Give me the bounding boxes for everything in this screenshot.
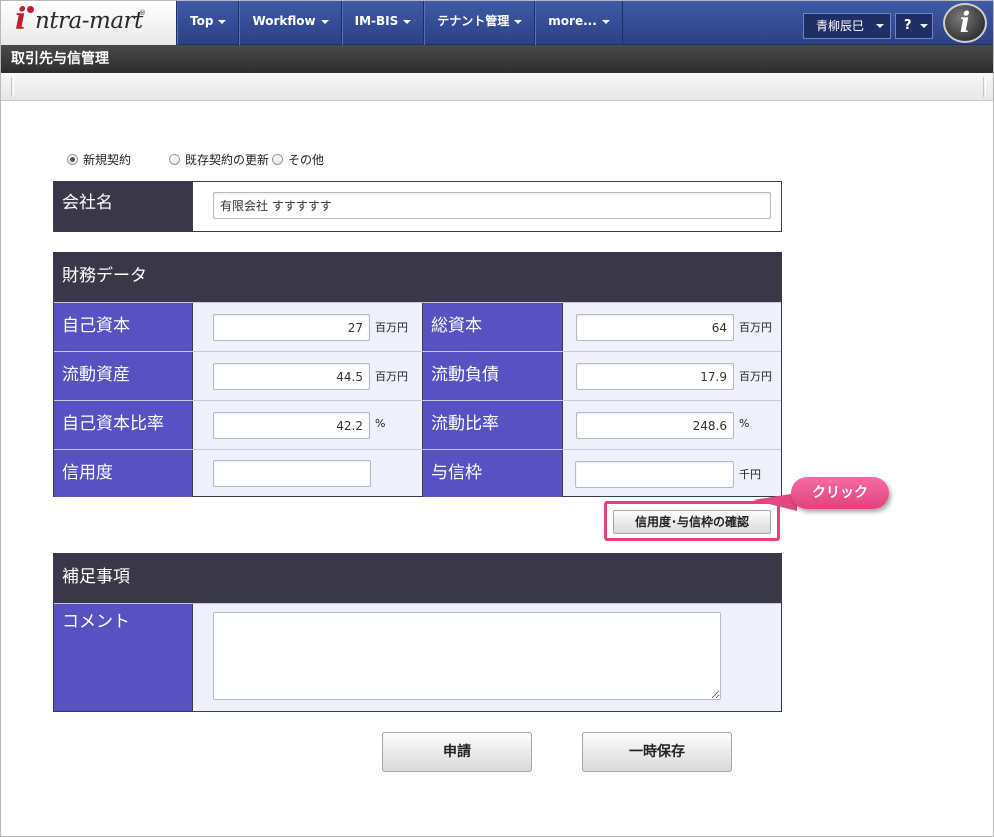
credit-limit-input[interactable] bbox=[575, 461, 734, 488]
finance-section-title: 財務データ bbox=[54, 253, 781, 302]
current-ratio-label: 流動比率 bbox=[422, 401, 563, 449]
contract-type-radio-group: 新規契約 既存契約の更新 その他 bbox=[67, 151, 332, 168]
credit-limit-label: 与信枠 bbox=[422, 450, 563, 497]
nav-workflow[interactable]: Workflow bbox=[239, 1, 342, 45]
user-menu-button[interactable]: 青柳辰巳 bbox=[803, 13, 891, 39]
current-ratio-unit: % bbox=[739, 417, 750, 430]
intra-mart-logo[interactable]: i ntra-mart ® bbox=[1, 1, 177, 45]
comment-textarea[interactable] bbox=[213, 612, 721, 700]
logo-registered-mark: ® bbox=[139, 9, 146, 17]
nav-more-label: more... bbox=[548, 14, 597, 28]
equity-ratio-unit: % bbox=[375, 417, 386, 430]
current-assets-unit: 百万円 bbox=[375, 370, 408, 383]
app-window: i ntra-mart ® Top Workflow IM-BIS テナント管理… bbox=[0, 0, 994, 837]
help-menu-button[interactable]: ? bbox=[895, 13, 933, 39]
main-nav: Top Workflow IM-BIS テナント管理 more... bbox=[177, 1, 623, 45]
current-liabilities-unit: 百万円 bbox=[739, 370, 772, 383]
radio-renew-contract[interactable]: 既存契約の更新 bbox=[169, 151, 269, 168]
chevron-down-icon bbox=[403, 19, 412, 24]
chevron-down-icon bbox=[920, 24, 928, 28]
click-callout-badge: クリック bbox=[791, 477, 889, 509]
chevron-down-icon bbox=[514, 19, 523, 24]
radio-label: その他 bbox=[288, 153, 325, 167]
submit-button[interactable]: 申請 bbox=[382, 732, 532, 772]
current-assets-label: 流動資産 bbox=[54, 352, 193, 400]
credit-score-label: 信用度 bbox=[54, 450, 193, 497]
radio-button[interactable] bbox=[169, 154, 181, 165]
nav-top-label: Top bbox=[190, 14, 214, 28]
finance-row: 自己資本比率 % 流動比率 % bbox=[54, 400, 781, 449]
nav-im-bis-label: IM-BIS bbox=[354, 14, 399, 28]
total-capital-input[interactable] bbox=[576, 314, 734, 341]
chevron-down-icon bbox=[218, 19, 227, 24]
info-badge-icon[interactable]: i bbox=[943, 3, 987, 43]
logo-text: ntra-mart bbox=[35, 8, 143, 34]
nav-workflow-label: Workflow bbox=[252, 14, 316, 28]
current-assets-input[interactable] bbox=[213, 363, 370, 390]
radio-button-checked[interactable] bbox=[67, 154, 78, 165]
chevron-down-icon bbox=[876, 24, 884, 28]
nav-tenant-admin-label: テナント管理 bbox=[437, 14, 510, 28]
total-capital-unit: 百万円 bbox=[739, 321, 772, 334]
finance-row: 流動資産 百万円 流動負債 百万円 bbox=[54, 351, 781, 400]
nav-more[interactable]: more... bbox=[535, 1, 623, 45]
nav-top[interactable]: Top bbox=[177, 1, 240, 45]
nav-tenant-admin[interactable]: テナント管理 bbox=[424, 1, 536, 45]
equity-unit: 百万円 bbox=[375, 321, 408, 334]
equity-ratio-label: 自己資本比率 bbox=[54, 401, 193, 449]
radio-label: 既存契約の更新 bbox=[185, 153, 270, 167]
help-icon: ? bbox=[904, 18, 912, 33]
finance-table: 財務データ 自己資本 百万円 総資本 百万円 流動資産 百万円 流動負債 百万円… bbox=[53, 252, 782, 497]
finance-row: 自己資本 百万円 総資本 百万円 bbox=[54, 302, 781, 351]
equity-input[interactable] bbox=[213, 314, 370, 341]
chevron-down-icon bbox=[601, 19, 610, 24]
toolbar-separator bbox=[11, 77, 14, 97]
radio-new-contract[interactable]: 新規契約 bbox=[67, 151, 131, 168]
credit-score-input[interactable] bbox=[213, 460, 371, 487]
equity-label: 自己資本 bbox=[54, 303, 193, 351]
company-label: 会社名 bbox=[54, 182, 193, 231]
notes-section-title: 補足事項 bbox=[54, 554, 781, 603]
top-header: i ntra-mart ® Top Workflow IM-BIS テナント管理… bbox=[1, 1, 993, 45]
comment-label: コメント bbox=[54, 604, 193, 711]
credit-limit-unit: 千円 bbox=[739, 468, 761, 481]
logo-dot bbox=[27, 6, 34, 13]
company-name-input[interactable] bbox=[213, 192, 771, 219]
page-title: 取引先与信管理 bbox=[1, 45, 993, 73]
confirm-credit-button[interactable]: 信用度･与信枠の確認 bbox=[613, 510, 771, 534]
toolbar bbox=[1, 73, 993, 101]
current-liabilities-input[interactable] bbox=[576, 363, 734, 390]
save-draft-button[interactable]: 一時保存 bbox=[582, 732, 732, 772]
nav-im-bis[interactable]: IM-BIS bbox=[341, 1, 425, 45]
finance-row: 信用度 与信枠 千円 bbox=[54, 449, 781, 497]
equity-ratio-input[interactable] bbox=[213, 412, 370, 439]
radio-other[interactable]: その他 bbox=[272, 151, 324, 168]
total-capital-label: 総資本 bbox=[422, 303, 563, 351]
current-liabilities-label: 流動負債 bbox=[422, 352, 563, 400]
chevron-down-icon bbox=[320, 19, 329, 24]
user-name: 青柳辰巳 bbox=[816, 19, 865, 33]
company-table: 会社名 bbox=[53, 181, 782, 232]
radio-button[interactable] bbox=[272, 154, 284, 165]
radio-label: 新規契約 bbox=[83, 153, 132, 167]
current-ratio-input[interactable] bbox=[576, 412, 734, 439]
toolbar-separator bbox=[983, 77, 986, 97]
